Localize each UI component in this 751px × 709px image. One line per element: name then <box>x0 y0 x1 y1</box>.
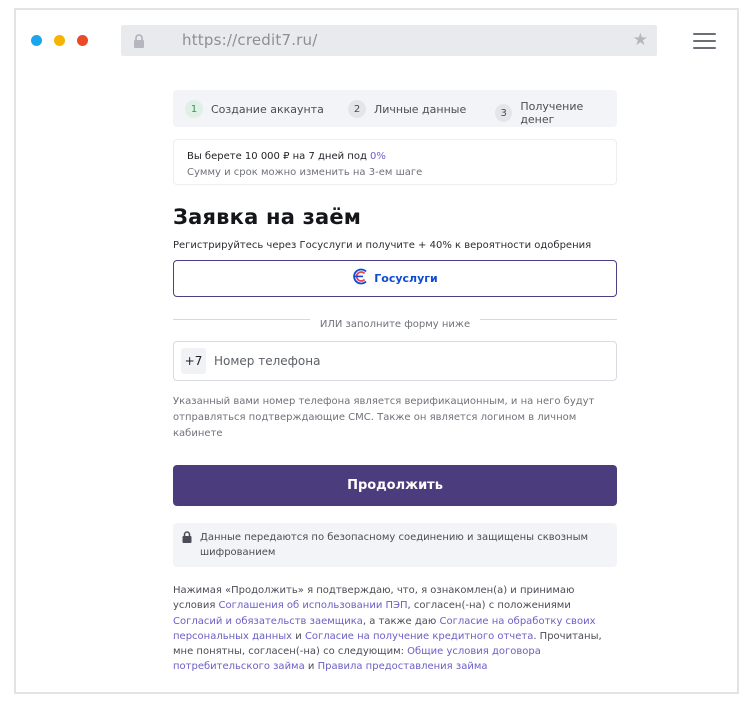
legal-text: , согласен(-на) с положениями <box>407 600 571 612</box>
secure-connection-note: Данные передаются по безопасному соедине… <box>173 523 617 567</box>
loan-rate: 0% <box>370 151 386 162</box>
step-label: Создание аккаунта <box>211 102 324 116</box>
address-bar[interactable]: https://credit7.ru/ ★ <box>121 25 657 56</box>
legal-text: и <box>304 661 318 673</box>
secure-note-text: Данные передаются по безопасному соедине… <box>200 532 589 558</box>
link-pep-agreement[interactable]: Соглашения об использовании ПЭП <box>219 600 408 611</box>
hamburger-menu-icon[interactable] <box>693 33 716 49</box>
window-dot-red[interactable] <box>77 35 88 46</box>
loan-form: 1 Создание аккаунта 2 Личные данные 3 По… <box>173 90 617 675</box>
step-number: 3 <box>495 104 513 122</box>
loan-summary: Вы берете 10 000 ₽ на 7 дней под 0% Сумм… <box>173 139 617 185</box>
gosuslugi-logo-icon <box>352 268 369 289</box>
gosuslugi-note: Регистрируйтесь через Госуслуги и получи… <box>173 240 592 251</box>
link-borrower-obligations[interactable]: Согласий и обязательств заемщика <box>173 616 363 627</box>
step-personal-data: 2 Личные данные <box>348 100 466 118</box>
link-loan-rules[interactable]: Правила предоставления займа <box>318 661 488 672</box>
step-create-account: 1 Создание аккаунта <box>185 100 324 118</box>
phone-field[interactable]: +7 <box>173 341 617 381</box>
gosuslugi-button-label: Госуслуги <box>374 272 438 285</box>
progress-steps: 1 Создание аккаунта 2 Личные данные 3 По… <box>173 90 617 127</box>
step-number: 2 <box>348 100 366 118</box>
step-label: Получение денег <box>520 100 584 126</box>
or-divider: ИЛИ заполните форму ниже <box>173 312 617 330</box>
bookmark-star-icon[interactable]: ★ <box>633 30 648 50</box>
divider-text: ИЛИ заполните форму ниже <box>309 319 481 330</box>
lock-icon <box>133 33 145 52</box>
legal-consent-text: Нажимая «Продолжить» я подтверждаю, что,… <box>173 583 617 675</box>
legal-text: и <box>292 630 305 642</box>
phone-note: Указанный вами номер телефона является в… <box>173 396 595 439</box>
window-dot-blue[interactable] <box>31 35 42 46</box>
window-dot-yellow[interactable] <box>54 35 65 46</box>
step-number: 1 <box>185 100 203 118</box>
loan-terms: Вы берете 10 000 ₽ на 7 дней под 0% <box>187 149 603 165</box>
step-label: Личные данные <box>374 102 467 116</box>
step-get-money: 3 Получение денег <box>495 100 617 126</box>
loan-terms-text: Вы берете 10 000 ₽ на 7 дней под <box>187 151 371 162</box>
gosuslugi-button[interactable]: Госуслуги <box>173 260 617 297</box>
continue-button[interactable]: Продолжить <box>173 465 617 506</box>
loan-change-hint: Сумму и срок можно изменить на 3-ем шаге <box>187 167 423 178</box>
link-credit-report-consent[interactable]: Согласие на получение кредитного отчета <box>305 631 533 642</box>
url-text[interactable]: https://credit7.ru/ <box>182 31 318 49</box>
page-title: Заявка на заём <box>173 205 362 229</box>
legal-text: , а также даю <box>362 615 440 627</box>
phone-input[interactable] <box>214 354 594 368</box>
phone-country-code: +7 <box>181 348 206 374</box>
lock-icon <box>182 531 192 548</box>
